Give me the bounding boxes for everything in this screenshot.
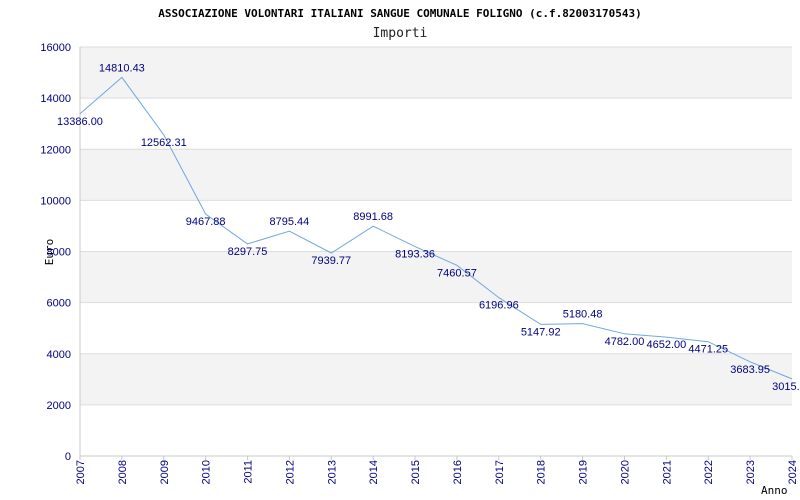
grid-band	[80, 353, 792, 405]
chart-title: ASSOCIAZIONE VOLONTARI ITALIANI SANGUE C…	[158, 7, 641, 20]
x-tick-labels: 2007 2008 2009 2010 2011 2012 2013 2014 2015 2016…	[75, 460, 799, 484]
data-label: 6196.96	[479, 300, 519, 312]
data-label: 4471.25	[688, 344, 728, 356]
x-tick-label: 2007	[75, 460, 87, 484]
y-tick-label: 6000	[47, 298, 71, 310]
data-label: 12562.31	[141, 137, 187, 149]
chart-subtitle: Importi	[373, 26, 428, 41]
data-label: 5180.48	[563, 309, 603, 321]
y-tick-label: 2000	[47, 400, 71, 412]
x-tick-label: 2022	[703, 460, 715, 484]
x-tick-label: 2018	[536, 460, 548, 484]
grid-band	[80, 47, 792, 99]
data-labels: 13386.00 14810.43 12562.31 9467.88 8297.75 87…	[57, 62, 800, 393]
data-label: 4782.00	[605, 336, 645, 348]
x-tick-label: 2009	[159, 460, 171, 484]
x-tick-label: 2013	[326, 460, 338, 484]
grid-band	[80, 149, 792, 201]
line-chart: 0200040006000800010000120001400016000 20…	[40, 7, 800, 497]
data-label: 9467.88	[186, 216, 226, 228]
x-tick-label: 2014	[368, 460, 380, 484]
x-tick-label: 2015	[410, 460, 422, 484]
data-label: 5147.92	[521, 326, 561, 338]
x-tick-label: 2008	[117, 460, 129, 484]
series-line	[79, 76, 793, 380]
data-label: 8795.44	[270, 216, 310, 228]
series	[79, 76, 793, 380]
x-tick-label: 2019	[578, 460, 590, 484]
y-tick-label: 0	[65, 451, 71, 463]
y-tick-label: 4000	[47, 349, 71, 361]
x-tick-label: 2016	[452, 460, 464, 484]
data-label: 8297.75	[228, 246, 268, 258]
y-tick-label: 14000	[40, 93, 71, 105]
data-label: 7460.57	[437, 267, 477, 279]
data-label: 3015.30	[772, 381, 800, 393]
data-label: 8193.36	[395, 249, 435, 261]
y-tick-label: 16000	[40, 42, 71, 54]
y-tick-label: 12000	[40, 144, 71, 156]
data-label: 14810.43	[99, 62, 145, 74]
x-tick-label: 2017	[494, 460, 506, 484]
x-tick-label: 2023	[745, 460, 757, 484]
data-label: 13386.00	[57, 116, 103, 128]
y-tick-label: 10000	[40, 195, 71, 207]
data-label: 4652.00	[646, 339, 686, 351]
x-tick-label: 2010	[201, 460, 213, 484]
x-tick-label: 2021	[661, 460, 673, 484]
x-tick-label: 2024	[787, 460, 799, 484]
x-axis-label: Anno	[761, 484, 788, 497]
data-label: 8991.68	[353, 211, 393, 223]
data-label: 3683.95	[730, 364, 770, 376]
data-label: 7939.77	[311, 255, 351, 267]
x-tick-label: 2012	[284, 460, 296, 484]
y-axis-label: Euro	[43, 239, 56, 266]
grid-band	[80, 251, 792, 303]
x-tick-label: 2020	[619, 460, 631, 484]
x-tick-label: 2011	[243, 460, 255, 484]
